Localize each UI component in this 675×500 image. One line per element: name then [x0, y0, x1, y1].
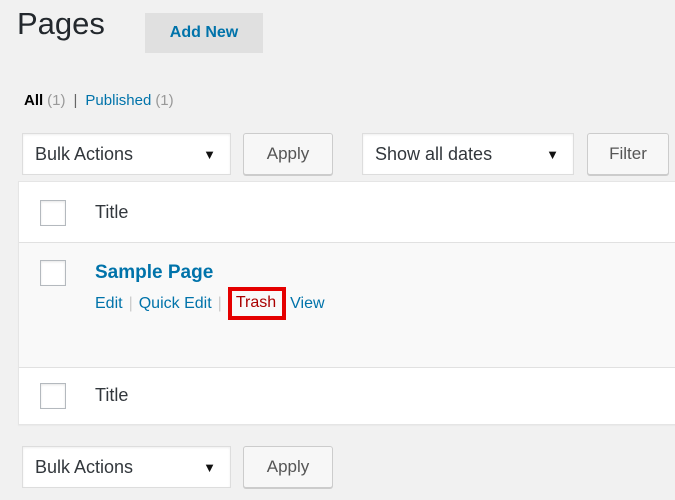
- row-actions: Edit | Quick Edit | Trash View: [95, 287, 325, 320]
- date-filter-value: Show all dates: [375, 143, 493, 164]
- trash-link[interactable]: Trash: [236, 294, 276, 311]
- apply-button-top[interactable]: Apply: [243, 133, 333, 175]
- quick-edit-link[interactable]: Quick Edit: [139, 295, 212, 313]
- date-filter-select[interactable]: Show all dates ▼: [362, 133, 574, 175]
- pages-table: Title Sample Page Edit | Quick Edit | Tr…: [18, 181, 675, 425]
- bulk-actions-value: Bulk Actions: [35, 143, 134, 164]
- bulk-actions-select-bottom[interactable]: Bulk Actions ▼: [22, 446, 231, 488]
- filter-all-link[interactable]: All: [24, 92, 43, 109]
- action-separator: |: [217, 294, 222, 312]
- bulk-actions-select-top[interactable]: Bulk Actions ▼: [22, 133, 231, 175]
- column-footer-title[interactable]: Title: [95, 385, 128, 406]
- column-header-title[interactable]: Title: [95, 202, 128, 223]
- filter-button[interactable]: Filter: [587, 133, 669, 175]
- view-link[interactable]: View: [290, 295, 324, 313]
- edit-link[interactable]: Edit: [95, 295, 123, 313]
- table-header-row: Title: [19, 182, 675, 243]
- select-all-checkbox[interactable]: [40, 200, 66, 226]
- table-row: Sample Page Edit | Quick Edit | Trash Vi…: [19, 243, 675, 367]
- apply-button-bottom[interactable]: Apply: [243, 446, 333, 488]
- table-footer-row: Title: [19, 367, 675, 425]
- action-separator: |: [128, 294, 133, 312]
- caret-down-icon: ▼: [203, 459, 216, 475]
- trash-highlight-box: Trash: [227, 287, 287, 320]
- page-title-link[interactable]: Sample Page: [95, 262, 213, 284]
- filter-separator: |: [73, 92, 78, 109]
- page-title: Pages: [17, 6, 105, 41]
- filter-published-link[interactable]: Published: [85, 92, 151, 109]
- caret-down-icon: ▼: [546, 146, 559, 162]
- caret-down-icon: ▼: [203, 146, 216, 162]
- status-filter-links: All (1) | Published (1): [24, 92, 174, 109]
- add-new-button[interactable]: Add New: [145, 13, 263, 53]
- bulk-actions-value: Bulk Actions: [35, 456, 134, 477]
- row-select-checkbox[interactable]: [40, 260, 66, 286]
- filter-published-count: (1): [155, 92, 174, 109]
- filter-all-count: (1): [47, 92, 66, 109]
- select-all-checkbox-footer[interactable]: [40, 383, 66, 409]
